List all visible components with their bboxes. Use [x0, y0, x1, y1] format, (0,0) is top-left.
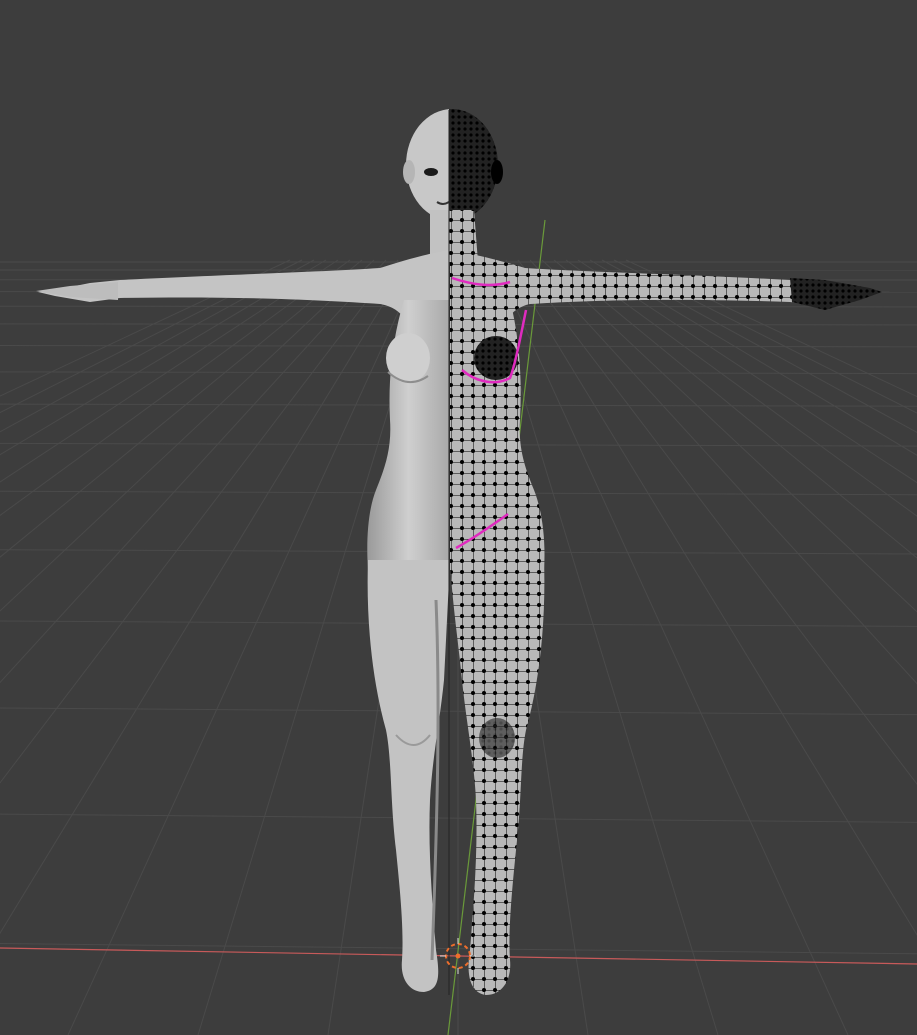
3d-viewport[interactable] — [0, 0, 917, 1035]
viewport-canvas[interactable] — [0, 0, 917, 1035]
